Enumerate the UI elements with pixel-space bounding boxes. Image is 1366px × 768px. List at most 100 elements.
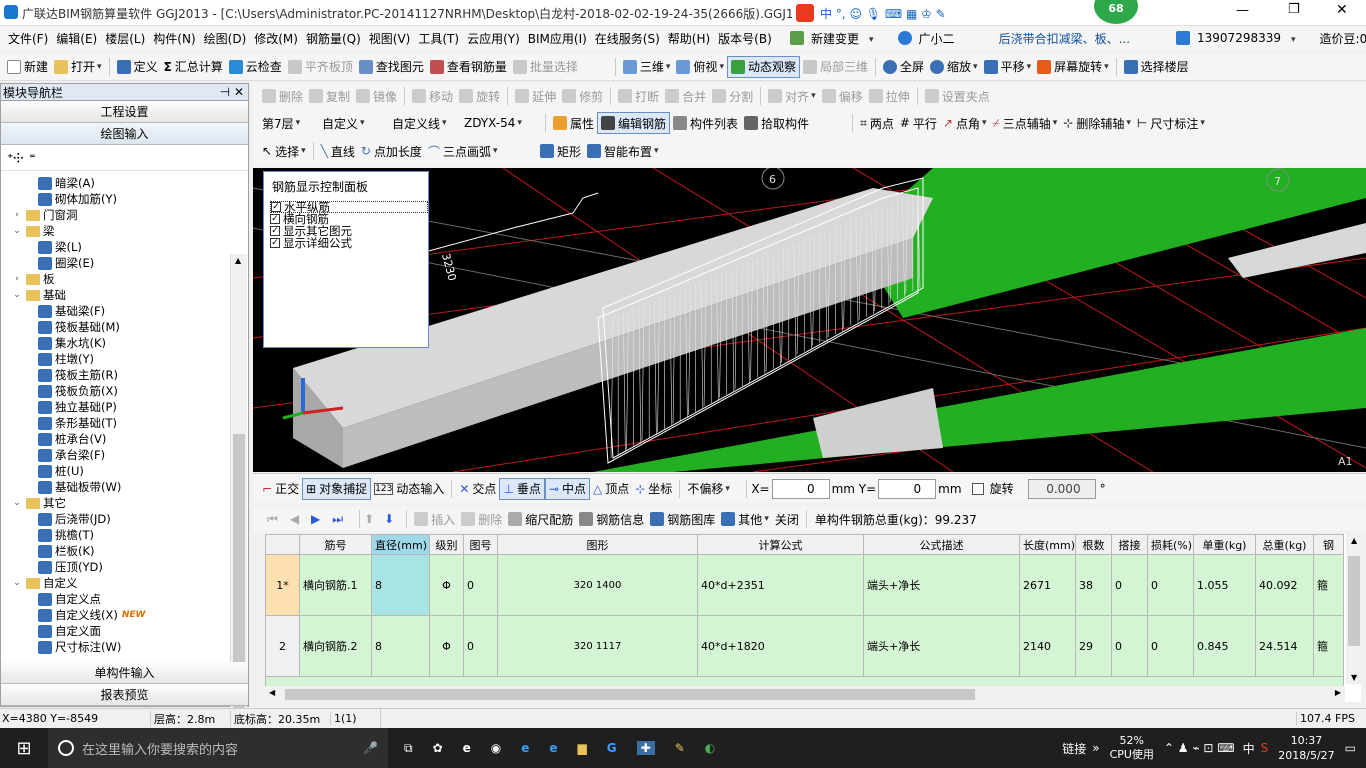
cloud-check-button[interactable]: 云检查 [226, 56, 285, 78]
top-view-button[interactable]: 俯视 [673, 56, 727, 78]
find-element-button[interactable]: 查找图元 [356, 56, 427, 78]
pick-component-button[interactable]: 拾取构件 [741, 112, 812, 134]
grid-header[interactable]: 计算公式 [697, 534, 864, 555]
menu-item[interactable]: 版本号(B) [714, 30, 776, 47]
assistant-button[interactable]: 广小二 [894, 30, 963, 47]
batch-select-button[interactable]: 批量选择 [510, 56, 581, 78]
ime-toolbar[interactable]: 中 °, ☺ 🎙 ⌨ ▦ ♔ ✎ [792, 2, 998, 24]
tree-item[interactable]: 暗梁(A) [1, 175, 248, 191]
grid-cell-unit[interactable]: 0.845 [1193, 615, 1256, 677]
menu-item[interactable]: 视图(V) [365, 30, 415, 47]
edit-rebar-button[interactable]: 编辑钢筋 [597, 112, 671, 134]
line-button[interactable]: ╲ 直线 [318, 140, 358, 162]
grid-cell-grade[interactable]: Φ [429, 615, 464, 677]
tree-item[interactable]: 自定义点 [1, 591, 248, 607]
view-qty-button[interactable]: 查看钢筋量 [427, 56, 510, 78]
grid-cell-name[interactable]: 横向钢筋.1 [299, 554, 372, 616]
grid-header[interactable]: 搭接 [1111, 534, 1148, 555]
panel-close-icon[interactable]: ✕ [234, 85, 244, 99]
new-button[interactable]: 新建 [4, 56, 51, 78]
tree-item[interactable]: 压顶(YD) [1, 559, 248, 575]
break-button[interactable]: 打断 [615, 85, 662, 107]
tree-item[interactable]: 后浇带(JD) [1, 511, 248, 527]
mirror-button[interactable]: 镜像 [353, 85, 400, 107]
grid-cell-loss[interactable]: 0 [1147, 615, 1194, 677]
midpoint-snap[interactable]: ⊸ 中点 [544, 477, 590, 500]
grid-header[interactable]: 损耗(%) [1147, 534, 1194, 555]
grid-header[interactable] [265, 534, 300, 555]
notification-badge[interactable]: 68 [1094, 0, 1138, 24]
zoom-button[interactable]: 缩放 [927, 56, 981, 78]
tree-item[interactable]: 桩承台(V) [1, 431, 248, 447]
rotate-checkbox[interactable] [971, 482, 984, 495]
expand-all-icon[interactable]: ⁺⸭ [7, 149, 23, 166]
code-select[interactable]: ZDYX-54 [461, 112, 541, 134]
grid-cell-count[interactable]: 29 [1075, 615, 1112, 677]
expand-icon[interactable]: › [11, 210, 23, 220]
tree-item[interactable]: 基础梁(F) [1, 303, 248, 319]
y-input[interactable]: 0 [878, 478, 937, 499]
ggj-app-icon[interactable]: ✚ [636, 741, 655, 755]
delete-axis-button[interactable]: ⊹ 删除辅轴 [1060, 112, 1134, 134]
trim-button[interactable]: 修剪 [559, 85, 606, 107]
grid-header[interactable]: 图号 [463, 534, 498, 555]
notes-app-icon[interactable]: ✎ [675, 741, 685, 755]
expand-icon[interactable]: › [11, 274, 23, 284]
links-label[interactable]: 链接 [1062, 740, 1086, 757]
green-app-icon[interactable]: ◐ [705, 741, 715, 755]
grid-header[interactable]: 筋号 [299, 534, 372, 555]
first-record-icon[interactable]: ⏮ [267, 512, 278, 527]
g-app-icon[interactable]: G [607, 741, 617, 755]
x-input[interactable]: 0 [771, 478, 830, 499]
menu-item[interactable]: 编辑(E) [52, 30, 101, 47]
tree-item[interactable]: 桩(U) [1, 463, 248, 479]
grid-cell-shape[interactable]: 320 1400 [497, 554, 698, 616]
offset-select[interactable]: 不偏移 [684, 478, 742, 500]
align-button[interactable]: 对齐 [765, 85, 819, 107]
tab-single-input[interactable]: 单构件输入 [1, 662, 248, 684]
grid-cell-total[interactable]: 40.092 [1255, 554, 1314, 616]
tab-draw-input[interactable]: 绘图输入 [1, 123, 248, 145]
smart-layout-button[interactable]: 智能布置 [584, 140, 662, 162]
three-point-axis-button[interactable]: ⌿ 三点辅轴 [990, 112, 1061, 134]
last-record-icon[interactable]: ⏭ [332, 512, 343, 527]
grid-cell-desc[interactable]: 端头+净长 [863, 554, 1020, 616]
type-select[interactable]: 自定义 [319, 112, 389, 134]
tree-folder[interactable]: › 板 [1, 271, 248, 287]
grid-cell-loss[interactable]: 0 [1147, 554, 1194, 616]
news-link[interactable]: 后浇带合扣减梁、板、... [995, 30, 1134, 47]
tray-icons[interactable]: ⌃ ♟ ⌁ ⊡ ⌨ [1164, 741, 1235, 755]
grid-cell-total[interactable]: 24.514 [1255, 615, 1314, 677]
tree-item[interactable]: 条形基础(T) [1, 415, 248, 431]
tree-item[interactable]: 自定义线(X) NEW [1, 607, 248, 623]
tree-item[interactable]: 基础板带(W) [1, 479, 248, 495]
extend-button[interactable]: 延伸 [512, 85, 559, 107]
phone-account[interactable]: 13907298339 [1172, 31, 1304, 45]
grid-cell-idx[interactable]: 1* [265, 554, 300, 616]
menu-item[interactable]: 钢筋量(Q) [302, 30, 365, 47]
clock[interactable]: 10:37 2018/5/27 [1278, 733, 1334, 763]
ie-icon[interactable]: e [463, 741, 471, 755]
delete-button[interactable]: 删除 [259, 85, 306, 107]
move-up-icon[interactable]: ⬆ [364, 512, 374, 526]
next-record-icon[interactable]: ▶ [311, 512, 320, 526]
dynamic-input-toggle[interactable]: 123 动态输入 [371, 478, 447, 500]
ie-blue-icon[interactable]: e [549, 741, 557, 755]
stretch-button[interactable]: 拉伸 [866, 85, 913, 107]
expand-icon[interactable]: ⌄ [11, 498, 23, 508]
ime-indicator[interactable]: 中 [1243, 740, 1255, 757]
rebar-display-option[interactable]: ✓ 显示详细公式 [270, 236, 428, 250]
3d-viewport[interactable]: 6 7 3230 A1 钢筋显示控制面板 ✓ 水平纵筋 ✓ 横向钢筋 ✓ 显示其它图元 ✓ 显… [253, 168, 1366, 472]
grid-cell-last[interactable]: 箍 [1313, 554, 1344, 616]
grid-header[interactable]: 单重(kg) [1193, 534, 1256, 555]
tab-report-preview[interactable]: 报表预览 [1, 684, 248, 706]
rebar-info-button[interactable]: 钢筋信息 [576, 508, 647, 530]
point-angle-button[interactable]: ↗ 点角 [940, 112, 990, 134]
taskbar-search[interactable]: 在这里输入你要搜索的内容 🎤 [48, 728, 388, 768]
grid-cell-desc[interactable]: 端头+净长 [863, 615, 1020, 677]
tree-item[interactable]: 挑檐(T) [1, 527, 248, 543]
scale-rebar-button[interactable]: 缩尺配筋 [505, 508, 576, 530]
edge-icon[interactable]: e [521, 741, 529, 755]
grid-header[interactable]: 钢 [1313, 534, 1344, 555]
collapse-all-icon[interactable]: ⁼ [29, 151, 35, 165]
